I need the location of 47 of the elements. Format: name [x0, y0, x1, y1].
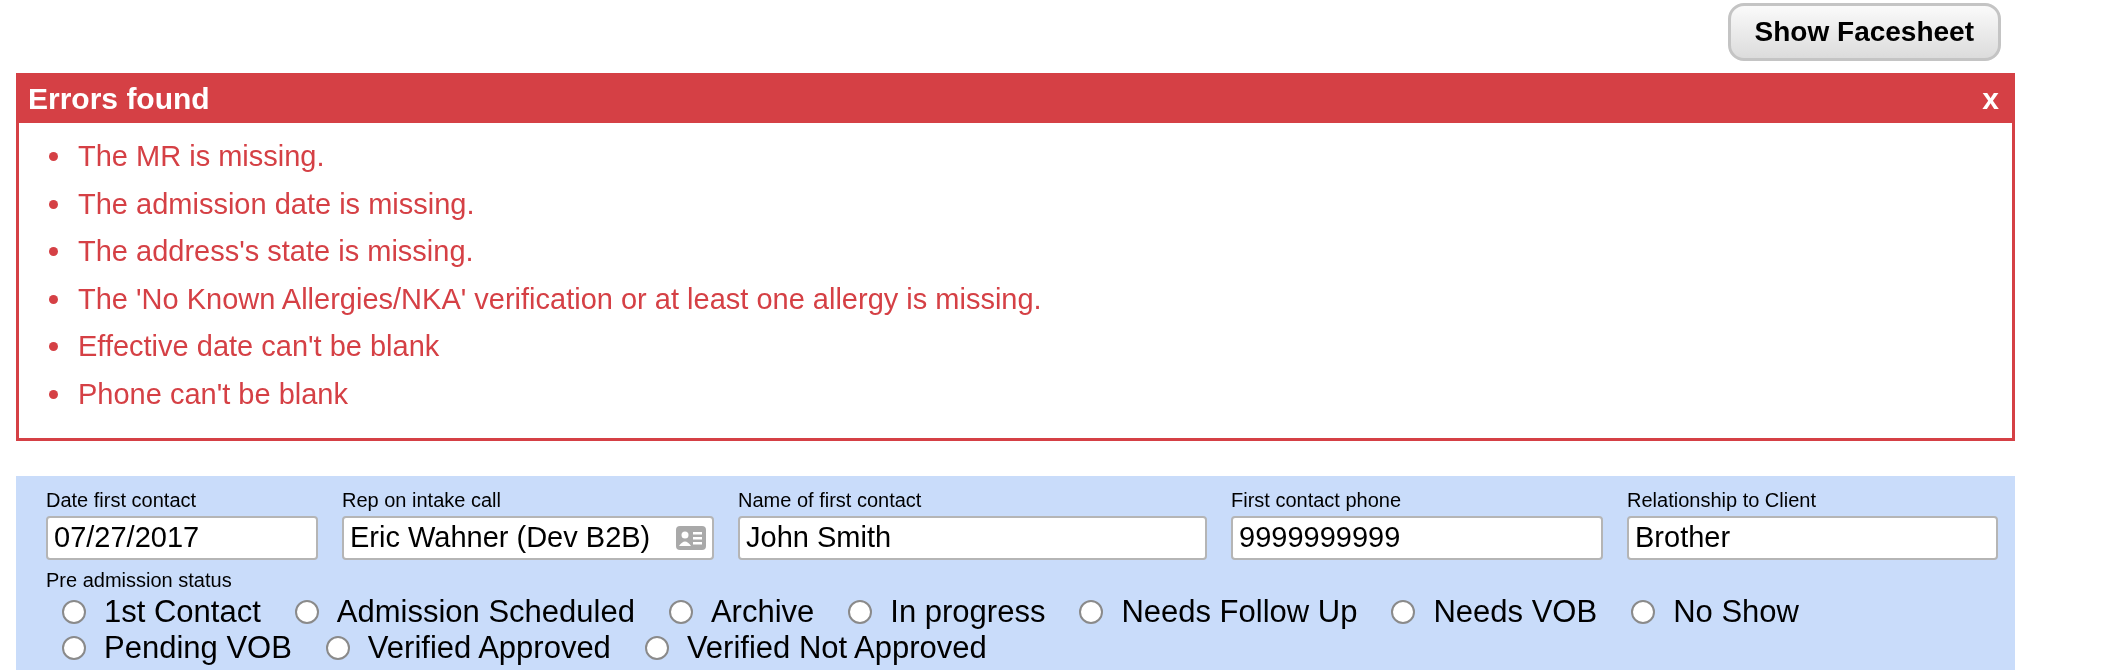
bullet-icon	[49, 294, 58, 304]
radio-label: Needs VOB	[1433, 594, 1598, 630]
contact-card-icon	[676, 526, 706, 550]
error-panel-title: Errors found	[28, 80, 210, 117]
radio-label: Verified Not Approved	[686, 630, 987, 666]
radio-label: Pending VOB	[104, 630, 292, 666]
bullet-icon	[49, 152, 58, 162]
radio-button[interactable]	[62, 600, 86, 624]
radio-label: Archive	[710, 594, 815, 630]
field-label: Name of first contact	[738, 488, 923, 513]
radio-label: Needs Follow Up	[1121, 594, 1358, 630]
error-message: The MR is missing.	[78, 139, 325, 174]
field-label: Rep on intake call	[342, 488, 502, 513]
radio-button[interactable]	[62, 636, 86, 660]
radio-button[interactable]	[668, 600, 693, 624]
bullet-icon	[49, 389, 58, 399]
field-label: Relationship to Client	[1627, 488, 1817, 513]
radio-button[interactable]	[1631, 600, 1656, 624]
show-facesheet-button[interactable]: Show Facesheet	[1727, 3, 2001, 61]
radio-button[interactable]	[294, 600, 319, 624]
close-button[interactable]: x	[1982, 75, 2003, 121]
input-field[interactable]: Eric Wahner (Dev B2B)	[342, 516, 714, 560]
input-field[interactable]: Brother	[1627, 516, 1998, 560]
bullet-icon	[49, 247, 58, 257]
radio-label: Verified Approved	[367, 630, 611, 666]
radio-button[interactable]	[325, 636, 350, 660]
radio-button[interactable]	[1391, 600, 1416, 624]
field-label: Date first contact	[46, 488, 198, 513]
error-message: Phone can't be blank	[78, 376, 348, 412]
error-message: The admission date is missing.	[78, 186, 475, 222]
input-field[interactable]: 9999999999	[1231, 516, 1603, 560]
error-message: Effective date can't be blank	[78, 329, 440, 364]
bullet-icon	[49, 199, 58, 209]
input-field[interactable]: 07/27/2017	[46, 516, 318, 560]
error-message: The address's state is missing.	[78, 234, 474, 269]
radio-button[interactable]	[1079, 600, 1104, 624]
field-label: First contact phone	[1231, 488, 1403, 513]
input-field[interactable]: John Smith	[738, 516, 1207, 560]
radio-button[interactable]	[848, 600, 873, 624]
radio-label: No Show	[1673, 594, 1799, 630]
radio-button[interactable]	[644, 636, 669, 660]
radio-label: In progress	[890, 594, 1046, 630]
field-label: Pre admission status	[46, 568, 233, 593]
error-message: The 'No Known Allergies/NKA' verification or at least one allergy is missing.	[78, 281, 1042, 317]
radio-label: Admission Scheduled	[336, 594, 635, 630]
radio-label: 1st Contact	[104, 594, 261, 630]
bullet-icon	[49, 342, 58, 352]
